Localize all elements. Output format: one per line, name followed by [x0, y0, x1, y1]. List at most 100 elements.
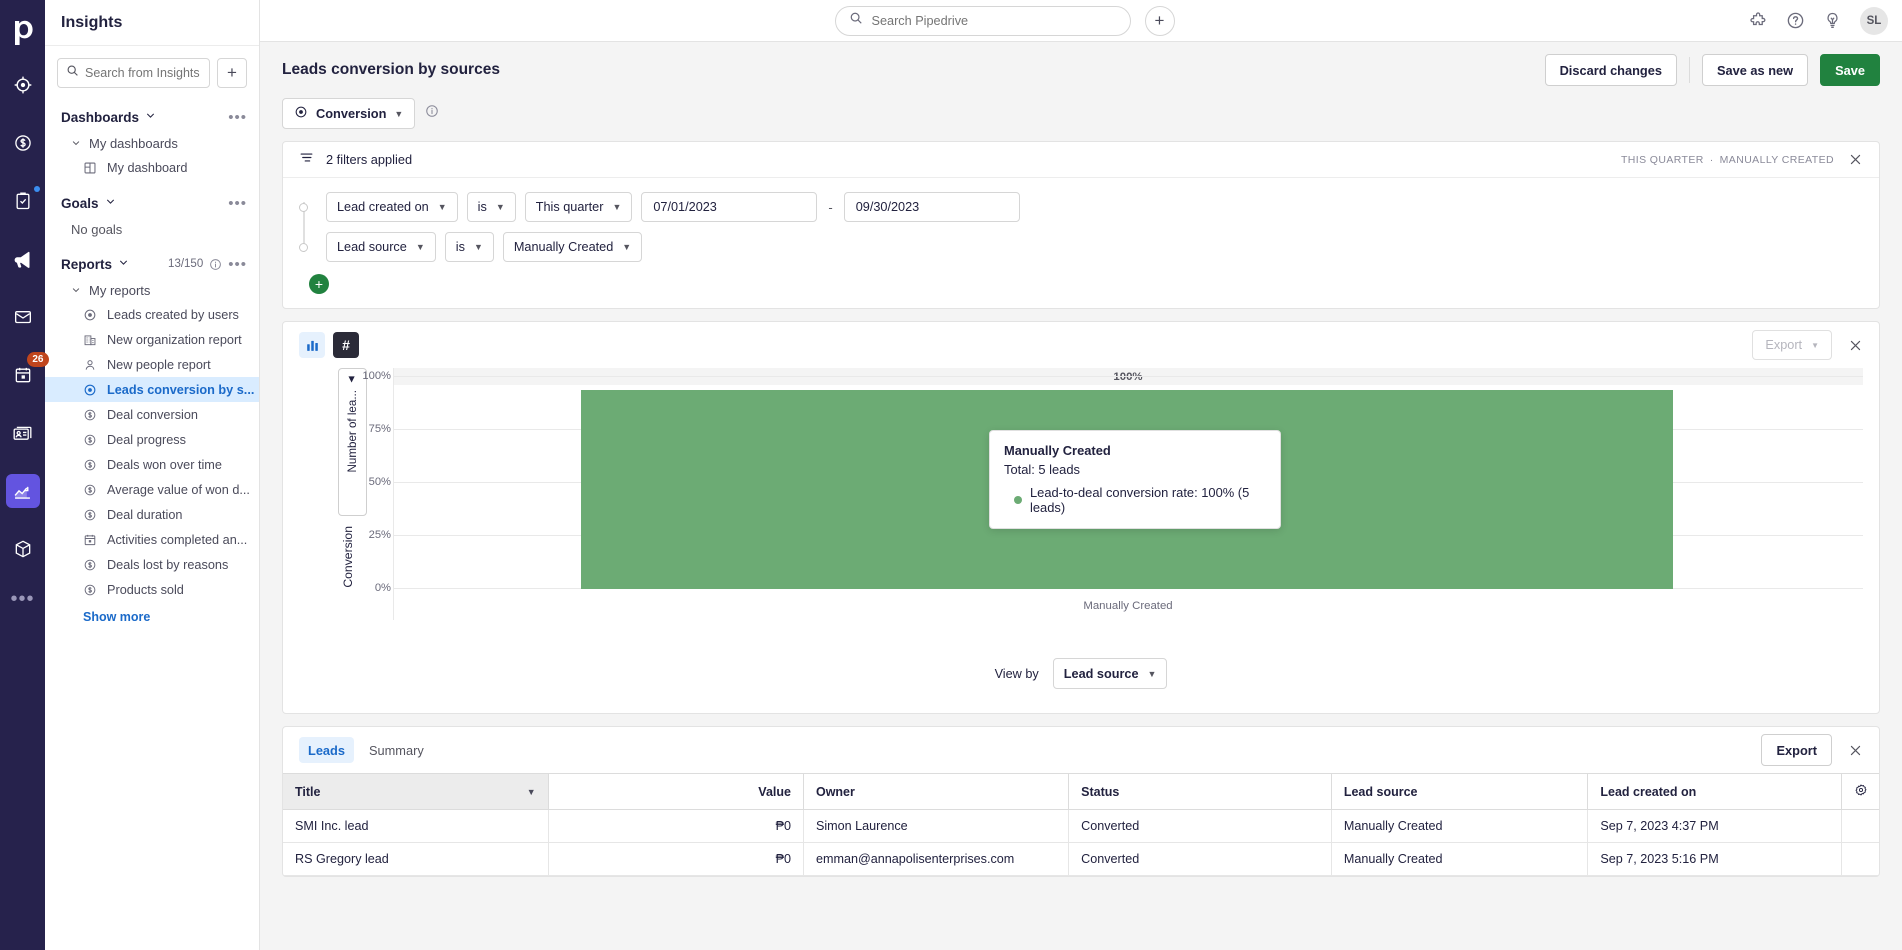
filter-operator-select[interactable]: is ▼ [444, 232, 494, 262]
cell-value: ₱0 [548, 842, 804, 876]
sidebar-report-new-organization-report[interactable]: New organization report [45, 327, 259, 352]
lightbulb-icon[interactable] [1823, 11, 1842, 30]
add-filter-button[interactable]: + [309, 274, 329, 294]
cell-created-on: Sep 7, 2023 4:37 PM [1587, 809, 1843, 843]
tab-leads[interactable]: Leads [299, 737, 354, 763]
sidebar-item-label: Deal duration [107, 507, 183, 522]
person-icon [83, 358, 98, 372]
my-dashboards-group[interactable]: My dashboards [45, 132, 259, 155]
rail-item-calendar[interactable]: 26 [6, 352, 49, 392]
filter-value-select[interactable]: Manually Created ▼ [502, 232, 643, 262]
sidebar-report-products-sold[interactable]: Products sold [45, 577, 259, 602]
cell-owner: Simon Laurence [803, 809, 1070, 843]
my-reports-group[interactable]: My reports [45, 279, 259, 302]
rail-more-button[interactable]: ••• [10, 588, 34, 611]
column-header-status[interactable]: Status [1068, 773, 1332, 810]
table-row[interactable]: SMI Inc. lead ₱0 Simon Laurence Converte… [283, 809, 1879, 843]
report-actions: Discard changes Save as new Save [1544, 54, 1880, 86]
puzzle-icon[interactable] [1749, 11, 1768, 30]
rail-item-products[interactable] [6, 532, 40, 566]
rail-item-leads[interactable] [6, 68, 40, 102]
close-icon[interactable] [1848, 743, 1863, 758]
close-icon[interactable] [1848, 338, 1863, 353]
close-icon[interactable] [1848, 152, 1863, 167]
chevron-down-icon[interactable] [145, 108, 156, 126]
view-by-value: Lead source [1063, 666, 1139, 681]
global-add-button[interactable]: + [1144, 5, 1175, 36]
rail-item-deals[interactable] [6, 126, 40, 160]
view-by-select[interactable]: Lead source ▼ [1052, 658, 1168, 689]
table-export-button[interactable]: Export [1761, 734, 1832, 766]
x-axis-label: Manually Created [1083, 600, 1173, 612]
sidebar-add-button[interactable]: + [217, 58, 247, 88]
bar-chart-icon[interactable] [299, 332, 325, 358]
sidebar-report-deals-lost-by-reasons[interactable]: Deals lost by reasons [45, 552, 259, 577]
sidebar-report-average-value-of-won-deals[interactable]: Average value of won d... [45, 477, 259, 502]
save-button[interactable]: Save [1820, 54, 1880, 86]
chevron-down-icon[interactable] [105, 194, 116, 212]
sidebar-report-leads-conversion-by-sources[interactable]: Leads conversion by s... [45, 377, 259, 402]
sort-descending-icon: ▼ [526, 786, 536, 797]
report-type-info-icon[interactable] [425, 104, 439, 123]
column-header-lead-source[interactable]: Lead source [1331, 773, 1589, 810]
global-search-input[interactable] [871, 13, 1117, 28]
column-header-lead-created-on[interactable]: Lead created on [1587, 773, 1843, 810]
rail-item-activities[interactable] [6, 184, 40, 218]
goals-more-button[interactable]: ••• [228, 195, 247, 212]
dashboards-more-button[interactable]: ••• [228, 109, 247, 126]
filter-date-to-input[interactable]: 09/30/2023 [843, 192, 1020, 222]
reports-more-button[interactable]: ••• [228, 256, 247, 273]
column-header-owner[interactable]: Owner [803, 773, 1070, 810]
sidebar-item-my-dashboard[interactable]: My dashboard [45, 155, 259, 180]
rail-item-campaigns[interactable] [6, 242, 40, 276]
number-hash-icon[interactable]: # [333, 332, 359, 358]
chart-export-button[interactable]: Export ▼ [1752, 330, 1832, 360]
sidebar-search-box[interactable] [57, 58, 210, 88]
report-header: Leads conversion by sources Discard chan… [260, 42, 1902, 129]
column-header-value[interactable]: Value [548, 773, 804, 810]
sidebar-report-activities-completed[interactable]: Activities completed an... [45, 527, 259, 552]
chevron-down-icon[interactable] [118, 255, 129, 273]
filter-field-select[interactable]: Lead source ▼ [326, 232, 436, 262]
search-input[interactable] [85, 66, 201, 80]
tab-summary[interactable]: Summary [360, 737, 433, 763]
sidebar-report-leads-created-by-users[interactable]: Leads created by users [45, 302, 259, 327]
report-type-selector[interactable]: Conversion ▼ [282, 98, 416, 129]
dashboards-section-header[interactable]: Dashboards ••• [45, 94, 259, 132]
reports-section-header[interactable]: Reports 13/150 ••• [45, 241, 259, 279]
table-row[interactable]: RS Gregory lead ₱0 emman@annapolisenterp… [283, 842, 1879, 876]
sidebar-item-label: Leads conversion by s... [107, 382, 255, 397]
help-icon[interactable] [1786, 11, 1805, 30]
tooltip-total: Total: 5 leads [1004, 462, 1080, 477]
discard-changes-button[interactable]: Discard changes [1544, 54, 1677, 86]
user-avatar[interactable]: SL [1860, 6, 1888, 35]
filter-period-select[interactable]: This quarter ▼ [524, 192, 633, 222]
sidebar-report-deals-won-over-time[interactable]: Deals won over time [45, 452, 259, 477]
goals-section-header[interactable]: Goals ••• [45, 180, 259, 218]
filter-row-bullet[interactable] [299, 242, 308, 252]
rail-item-mail[interactable] [6, 300, 40, 334]
filter-row-bullet[interactable] [299, 202, 308, 212]
tooltip-title: Manually Created [1004, 443, 1111, 458]
info-icon[interactable] [209, 258, 222, 271]
filter-field-select[interactable]: Lead created on ▼ [326, 192, 458, 222]
sidebar-report-deal-progress[interactable]: Deal progress [45, 427, 259, 452]
show-more-reports-button[interactable]: Show more [45, 602, 259, 632]
sidebar-report-deal-conversion[interactable]: Deal conversion [45, 402, 259, 427]
global-search-box[interactable] [834, 5, 1131, 36]
filter-date-from-input[interactable]: 07/01/2023 [641, 192, 818, 222]
table-settings-gear[interactable] [1841, 773, 1879, 810]
rail-item-contacts[interactable] [6, 416, 40, 450]
chevron-down-icon [71, 283, 81, 298]
chevron-down-icon: ▼ [473, 242, 483, 252]
filter-operator-select[interactable]: is ▼ [466, 192, 516, 222]
search-icon [849, 11, 863, 30]
sidebar-report-new-people-report[interactable]: New people report [45, 352, 259, 377]
sidebar-item-label: My dashboard [107, 160, 188, 175]
pipedrive-logo[interactable] [0, 10, 45, 56]
sidebar-item-label: New people report [107, 357, 211, 372]
column-header-title[interactable]: Title ▼ [283, 773, 549, 810]
save-as-new-button[interactable]: Save as new [1701, 54, 1809, 86]
rail-item-insights[interactable] [5, 474, 40, 508]
sidebar-report-deal-duration[interactable]: Deal duration [45, 502, 259, 527]
